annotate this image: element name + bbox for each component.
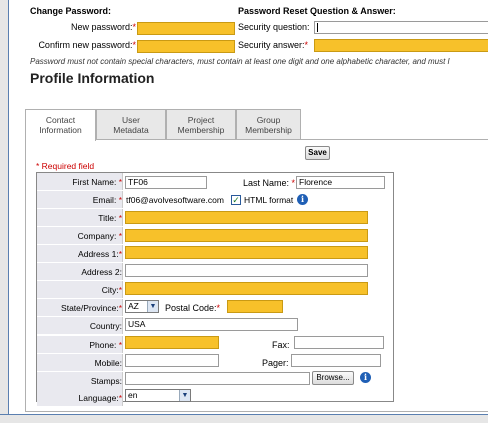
new-password-label: New password:* bbox=[70, 22, 136, 32]
last-name-label: Last Name: * bbox=[243, 178, 296, 188]
tab-group-membership[interactable]: Group Membership bbox=[236, 109, 301, 139]
tab-label-line1: Contact bbox=[45, 115, 76, 125]
language-label: Language:* bbox=[78, 393, 123, 403]
country-label: Country: bbox=[89, 321, 122, 331]
tab-contact-information[interactable]: Contact Information bbox=[25, 109, 96, 141]
html-format-checkbox[interactable]: ✓ bbox=[231, 195, 241, 205]
phone-label: Phone: * bbox=[89, 340, 122, 350]
country-input[interactable]: USA bbox=[125, 318, 298, 331]
confirm-password-input[interactable] bbox=[137, 40, 235, 53]
address1-label: Address 1:* bbox=[78, 249, 122, 259]
pager-label: Pager: bbox=[262, 358, 289, 368]
state-label: State/Province:* bbox=[61, 303, 122, 313]
fax-label: Fax: bbox=[272, 340, 290, 350]
page-title: Profile Information bbox=[30, 70, 155, 86]
postal-code-label: Postal Code:* bbox=[165, 303, 221, 313]
last-name-input[interactable]: Florence bbox=[296, 176, 385, 189]
email-label: Email: * bbox=[92, 195, 122, 205]
tab-user-metadata[interactable]: User Metadata bbox=[96, 109, 166, 139]
title-input[interactable] bbox=[125, 211, 368, 224]
password-reset-heading: Password Reset Question & Answer: bbox=[238, 6, 396, 16]
tab-label-line1: Group bbox=[256, 115, 281, 125]
security-answer-input[interactable] bbox=[314, 39, 488, 52]
security-question-input[interactable] bbox=[314, 21, 488, 34]
title-label: Title: * bbox=[98, 213, 122, 223]
password-rules-note: Password must not contain special charac… bbox=[30, 57, 450, 66]
info-icon[interactable]: i bbox=[297, 194, 308, 205]
tab-label-line1: User bbox=[122, 115, 140, 125]
email-value: tf06@avolvesoftware.com bbox=[126, 195, 224, 205]
pager-input[interactable] bbox=[291, 354, 381, 367]
company-label: Company: * bbox=[77, 231, 122, 241]
html-format-label: HTML format bbox=[244, 195, 294, 205]
info-icon[interactable]: i bbox=[360, 372, 371, 383]
fax-input[interactable] bbox=[294, 336, 384, 349]
chevron-down-icon: ▼ bbox=[179, 390, 190, 401]
text-cursor bbox=[317, 23, 318, 32]
window-bottom-frame bbox=[0, 414, 488, 423]
first-name-input[interactable]: TF06 bbox=[125, 176, 207, 189]
confirm-password-label: Confirm new password:* bbox=[38, 40, 136, 50]
state-select[interactable]: AZ ▼ bbox=[125, 300, 159, 313]
address2-label: Address 2: bbox=[81, 267, 122, 277]
postal-code-input[interactable] bbox=[227, 300, 283, 313]
save-button[interactable]: Save bbox=[305, 146, 330, 160]
mobile-input[interactable] bbox=[125, 354, 219, 367]
chevron-down-icon: ▼ bbox=[147, 301, 158, 312]
security-answer-label: Security answer:* bbox=[238, 40, 309, 50]
stamps-file-input[interactable] bbox=[125, 372, 310, 385]
tab-label-line1: Project bbox=[187, 115, 215, 125]
first-name-label: First Name: * bbox=[72, 177, 122, 187]
tab-label-line2: Membership bbox=[245, 125, 292, 135]
window-left-frame bbox=[0, 0, 9, 423]
city-label: City:* bbox=[101, 285, 122, 295]
city-input[interactable] bbox=[125, 282, 368, 295]
tab-label-line2: Information bbox=[39, 125, 82, 135]
address2-input[interactable] bbox=[125, 264, 368, 277]
phone-input[interactable] bbox=[125, 336, 219, 349]
tab-label-line2: Metadata bbox=[113, 125, 149, 135]
company-input[interactable] bbox=[125, 229, 368, 242]
tab-project-membership[interactable]: Project Membership bbox=[166, 109, 236, 139]
language-select[interactable]: en ▼ bbox=[125, 389, 191, 402]
security-question-label: Security question: bbox=[238, 22, 310, 32]
tab-label-line2: Membership bbox=[177, 125, 225, 135]
change-password-heading: Change Password: bbox=[30, 6, 112, 16]
stamps-label: Stamps: bbox=[90, 376, 122, 386]
browse-button[interactable]: Browse... bbox=[312, 371, 354, 385]
new-password-input[interactable] bbox=[137, 22, 235, 35]
mobile-label: Mobile: bbox=[94, 358, 122, 368]
required-field-note: * Required field bbox=[36, 161, 95, 171]
address1-input[interactable] bbox=[125, 246, 368, 259]
